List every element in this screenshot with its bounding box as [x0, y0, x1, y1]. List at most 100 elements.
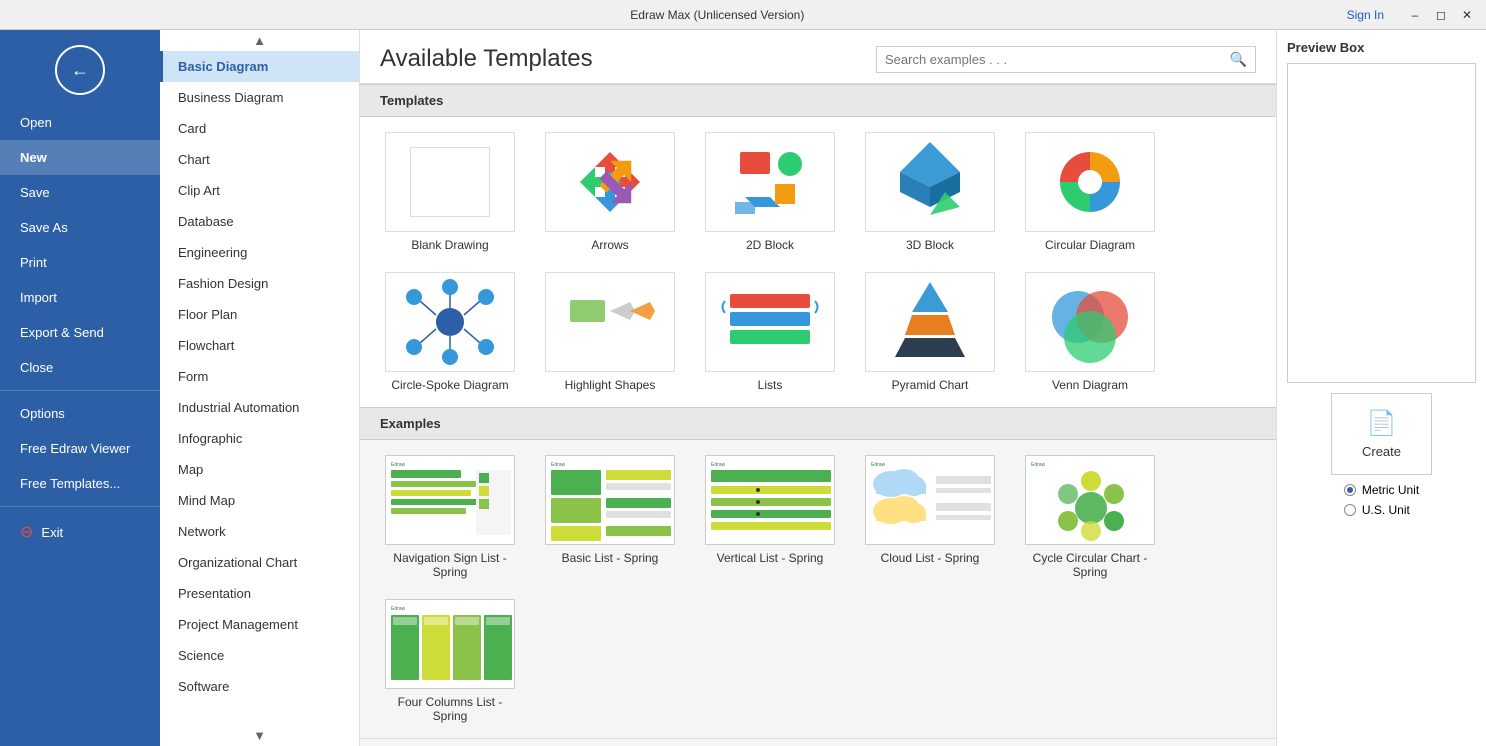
template-blank-drawing[interactable]: Blank Drawing — [380, 132, 520, 252]
category-item-card[interactable]: Card — [160, 113, 359, 144]
lists-icon — [720, 282, 820, 362]
category-item-industrial-automation[interactable]: Industrial Automation — [160, 392, 359, 423]
template-arrows[interactable]: Arrows — [540, 132, 680, 252]
sidebar-item-free-templates[interactable]: Free Templates... — [0, 466, 160, 501]
example-vertical-list[interactable]: Edraw Vertical List - Spring — [700, 455, 840, 579]
example-thumb-cycle-circular: Edraw — [1025, 455, 1155, 545]
template-label-2d-block: 2D Block — [746, 238, 794, 252]
category-item-mind-map[interactable]: Mind Map — [160, 485, 359, 516]
exit-button[interactable]: ⊖ Exit — [0, 512, 160, 552]
category-item-floor-plan[interactable]: Floor Plan — [160, 299, 359, 330]
template-thumb-lists — [705, 272, 835, 372]
search-icon[interactable]: 🔍 — [1230, 51, 1247, 68]
vertical-list-preview: Edraw — [706, 456, 835, 545]
category-scroll-down[interactable]: ▼ — [160, 725, 359, 746]
create-button-area: 📄 Create Metric Unit U.S. Unit — [1287, 393, 1476, 517]
example-label-cloud-list: Cloud List - Spring — [881, 551, 980, 565]
category-item-engineering[interactable]: Engineering — [160, 237, 359, 268]
us-radio[interactable] — [1344, 504, 1356, 516]
restore-button[interactable]: ◻ — [1430, 4, 1452, 26]
category-item-network[interactable]: Network — [160, 516, 359, 547]
us-unit-option[interactable]: U.S. Unit — [1344, 503, 1419, 517]
category-item-software[interactable]: Software — [160, 671, 359, 702]
template-lists[interactable]: Lists — [700, 272, 840, 392]
category-item-clip-art[interactable]: Clip Art — [160, 175, 359, 206]
category-item-infographic[interactable]: Infographic — [160, 423, 359, 454]
category-item-basic-diagram[interactable]: Basic Diagram — [160, 51, 359, 82]
example-cycle-circular[interactable]: Edraw Cycle Circular Chart - Sp — [1020, 455, 1160, 579]
main-header: Available Templates 🔍 — [360, 30, 1276, 84]
back-button[interactable]: ← — [55, 45, 105, 95]
sidebar-item-options[interactable]: Options — [0, 396, 160, 431]
category-item-database[interactable]: Database — [160, 206, 359, 237]
close-button[interactable]: ✕ — [1456, 4, 1478, 26]
template-label-blank: Blank Drawing — [411, 238, 488, 252]
example-label-four-columns: Four Columns List - Spring — [380, 695, 520, 723]
example-basic-list[interactable]: Edraw Basic List - Spring — [540, 455, 680, 579]
template-pyramid-chart[interactable]: Pyramid Chart — [860, 272, 1000, 392]
nav-sign-list-preview: Edraw — [386, 456, 515, 545]
template-label-pyramid: Pyramid Chart — [892, 378, 969, 392]
svg-text:Edraw: Edraw — [871, 462, 886, 468]
template-thumb-blank — [385, 132, 515, 232]
template-highlight-shapes[interactable]: Highlight Shapes — [540, 272, 680, 392]
sidebar: ← Open New Save Save As Print Import Exp… — [0, 30, 160, 746]
sidebar-item-close[interactable]: Close — [0, 350, 160, 385]
category-item-presentation[interactable]: Presentation — [160, 578, 359, 609]
sidebar-item-open[interactable]: Open — [0, 105, 160, 140]
template-label-circle-spoke: Circle-Spoke Diagram — [391, 378, 508, 392]
example-nav-sign-list[interactable]: Edraw Navigation Sign List - Sp — [380, 455, 520, 579]
template-circular-diagram[interactable]: Circular Diagram — [1020, 132, 1160, 252]
sidebar-item-new[interactable]: New — [0, 140, 160, 175]
template-3d-block[interactable]: 3D Block — [860, 132, 1000, 252]
preview-title: Preview Box — [1287, 40, 1476, 55]
3d-block-icon — [875, 137, 985, 227]
arrows-icon — [560, 142, 660, 222]
template-venn-diagram[interactable]: Venn Diagram — [1020, 272, 1160, 392]
sidebar-item-print[interactable]: Print — [0, 245, 160, 280]
category-scroll-up[interactable]: ▲ — [160, 30, 359, 51]
titlebar: Edraw Max (Unlicensed Version) Sign In –… — [0, 0, 1486, 30]
circular-diagram-icon — [1040, 137, 1140, 227]
templates-area: Templates Blank Drawing — [360, 84, 1276, 746]
examples-grid: Edraw Navigation Sign List - Sp — [360, 440, 1276, 738]
example-four-columns[interactable]: Edraw Four Columns List - Spring — [380, 599, 520, 723]
metric-unit-option[interactable]: Metric Unit — [1344, 483, 1419, 497]
search-input[interactable] — [885, 52, 1230, 67]
sidebar-item-import[interactable]: Import — [0, 280, 160, 315]
category-item-form[interactable]: Form — [160, 361, 359, 392]
example-label-basic-list: Basic List - Spring — [562, 551, 659, 565]
example-thumb-vertical-list: Edraw — [705, 455, 835, 545]
template-label-arrows: Arrows — [591, 238, 628, 252]
search-box: 🔍 — [876, 46, 1256, 73]
window-controls: – ◻ ✕ — [1404, 4, 1478, 26]
preview-box — [1287, 63, 1476, 383]
category-item-science[interactable]: Science — [160, 640, 359, 671]
category-item-org-chart[interactable]: Organizational Chart — [160, 547, 359, 578]
cycle-circular-preview: Edraw — [1026, 456, 1155, 545]
example-label-vertical-list: Vertical List - Spring — [717, 551, 824, 565]
sidebar-item-free-edraw[interactable]: Free Edraw Viewer — [0, 431, 160, 466]
metric-radio[interactable] — [1344, 484, 1356, 496]
sidebar-item-save-as[interactable]: Save As — [0, 210, 160, 245]
category-item-chart[interactable]: Chart — [160, 144, 359, 175]
window-title: Edraw Max (Unlicensed Version) — [88, 8, 1347, 22]
category-item-fashion-design[interactable]: Fashion Design — [160, 268, 359, 299]
category-item-map[interactable]: Map — [160, 454, 359, 485]
create-file-icon: 📄 — [1367, 409, 1397, 438]
category-item-project-management[interactable]: Project Management — [160, 609, 359, 640]
category-item-flowchart[interactable]: Flowchart — [160, 330, 359, 361]
category-item-business-diagram[interactable]: Business Diagram — [160, 82, 359, 113]
create-button[interactable]: 📄 Create — [1331, 393, 1432, 475]
sign-in-link[interactable]: Sign In — [1347, 8, 1384, 22]
exit-icon: ⊖ — [20, 522, 33, 542]
template-2d-block[interactable]: 2D Block — [700, 132, 840, 252]
template-circle-spoke[interactable]: Circle-Spoke Diagram — [380, 272, 520, 392]
templates-grid: Blank Drawing — [360, 117, 1276, 407]
sidebar-item-export-send[interactable]: Export & Send — [0, 315, 160, 350]
us-label: U.S. Unit — [1362, 503, 1410, 517]
sidebar-item-save[interactable]: Save — [0, 175, 160, 210]
example-thumb-basic-list: Edraw — [545, 455, 675, 545]
example-cloud-list[interactable]: Edraw — [860, 455, 1000, 579]
minimize-button[interactable]: – — [1404, 4, 1426, 26]
